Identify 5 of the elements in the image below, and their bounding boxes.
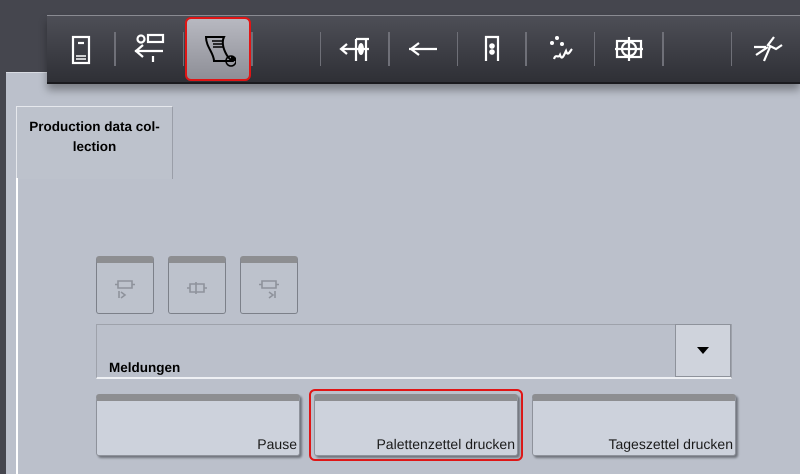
- tab[interactable]: Production data col-lection: [16, 106, 173, 179]
- caret-icon: [697, 347, 709, 354]
- action-button[interactable]: Palettenzettel drucken: [309, 389, 523, 461]
- toolbar-button[interactable]: [184, 17, 250, 81]
- messages-label: Meldungen: [108, 360, 180, 377]
